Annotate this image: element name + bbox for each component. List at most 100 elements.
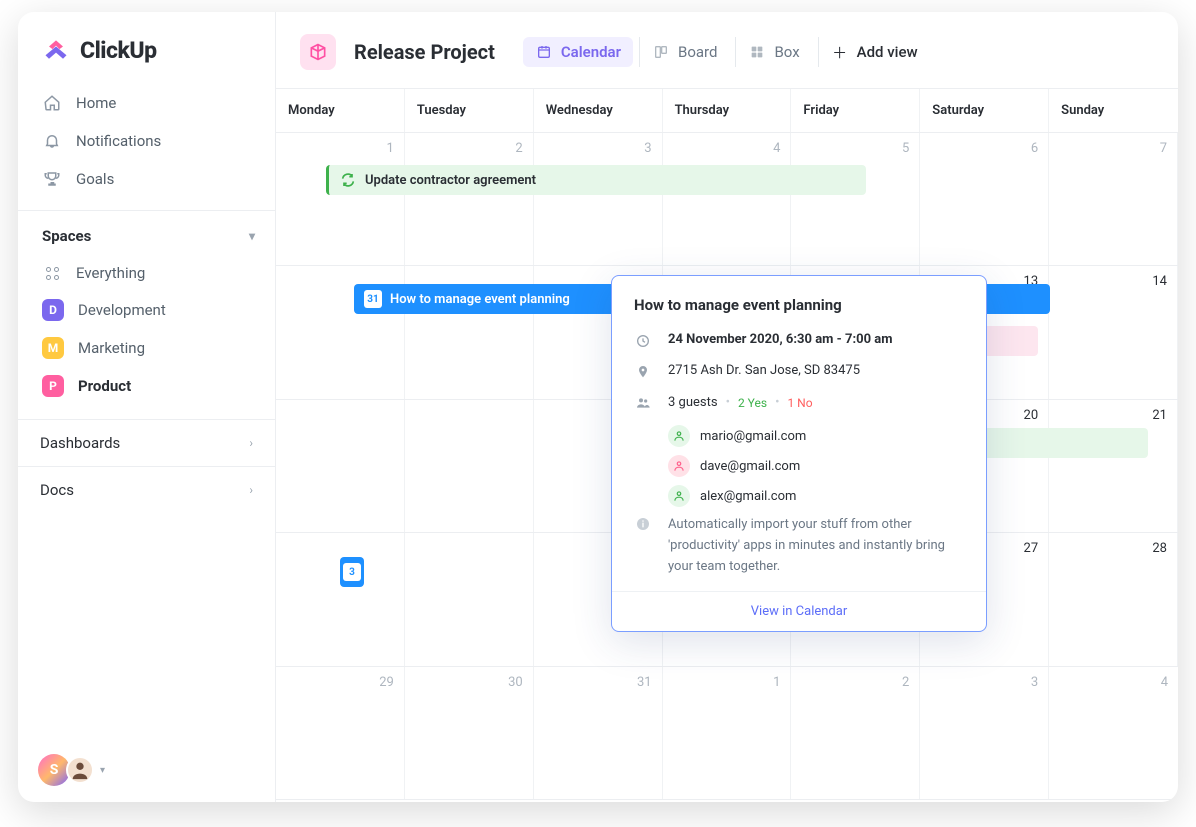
calendar-cell[interactable]: 4 xyxy=(1049,667,1178,799)
calendar-cell[interactable] xyxy=(276,400,405,532)
space-everything[interactable]: Everything xyxy=(18,255,275,291)
calendar-cell[interactable]: 6 xyxy=(920,133,1049,265)
space-avatar-d: D xyxy=(42,299,64,321)
chevron-right-icon: › xyxy=(249,483,253,497)
tab-box[interactable]: Box xyxy=(735,37,811,67)
user-switcher[interactable]: S ▾ xyxy=(38,754,105,786)
weekday-thu: Thursday xyxy=(663,89,792,132)
trophy-icon xyxy=(42,169,62,189)
calendar-cell[interactable]: 4 xyxy=(663,133,792,265)
calendar-cell[interactable]: 2 xyxy=(791,667,920,799)
guest-item[interactable]: mario@gmail.com xyxy=(668,425,964,447)
calendar-cell[interactable]: 28 xyxy=(1049,533,1178,665)
brand-name: ClickUp xyxy=(80,37,157,64)
popover-no-count: 1 No xyxy=(787,396,812,410)
spaces-header[interactable]: Spaces ▾ xyxy=(18,210,275,255)
day-number: 2 xyxy=(515,141,522,156)
person-icon xyxy=(668,455,690,477)
calendar-view: Monday Tuesday Wednesday Thursday Friday… xyxy=(276,88,1178,802)
spaces-title: Spaces xyxy=(42,227,91,245)
nav-notifications-label: Notifications xyxy=(76,132,161,150)
popover-view-in-calendar[interactable]: View in Calendar xyxy=(612,591,986,631)
people-icon xyxy=(634,394,652,411)
space-development[interactable]: D Development xyxy=(18,291,275,329)
space-avatar-p: P xyxy=(42,375,64,397)
tab-calendar[interactable]: Calendar xyxy=(523,37,633,67)
space-everything-label: Everything xyxy=(76,264,145,282)
sidebar-dashboards[interactable]: Dashboards › xyxy=(18,419,275,466)
weekday-fri: Friday xyxy=(791,89,920,132)
day-number: 14 xyxy=(1152,274,1167,289)
calendar-cell[interactable]: 30 xyxy=(405,667,534,799)
person-icon xyxy=(668,425,690,447)
nav-home[interactable]: Home xyxy=(18,84,275,122)
weekday-sun: Sunday xyxy=(1049,89,1178,132)
calendar-cell[interactable]: 3 xyxy=(920,667,1049,799)
sidebar-dashboards-label: Dashboards xyxy=(40,434,120,452)
calendar-cell[interactable] xyxy=(405,400,534,532)
space-marketing[interactable]: M Marketing xyxy=(18,329,275,367)
day-number: 27 xyxy=(1024,541,1039,556)
calendar-cell[interactable]: 7 xyxy=(1049,133,1178,265)
guest-item[interactable]: dave@gmail.com xyxy=(668,455,964,477)
popover-description: Automatically import your stuff from oth… xyxy=(668,515,964,577)
day-number: 4 xyxy=(773,141,780,156)
nav-goals[interactable]: Goals xyxy=(18,160,275,198)
day-number: 29 xyxy=(379,675,394,690)
guest-item[interactable]: alex@gmail.com xyxy=(668,485,964,507)
calendar-cell[interactable]: 1 xyxy=(276,133,405,265)
space-product-label: Product xyxy=(78,377,131,395)
tab-calendar-label: Calendar xyxy=(561,43,621,61)
popover-location: 2715 Ash Dr. San Jose, SD 83475 xyxy=(668,363,860,380)
guest-email: alex@gmail.com xyxy=(700,489,796,504)
event-title: How to manage event planning xyxy=(390,292,570,307)
event-blue-stub[interactable]: 3 xyxy=(340,557,364,587)
calendar-cell[interactable]: 1 xyxy=(663,667,792,799)
calendar-cell[interactable]: 5 xyxy=(791,133,920,265)
day-number: 3 xyxy=(1031,675,1038,690)
clickup-logo-icon xyxy=(42,36,70,64)
brand-logo[interactable]: ClickUp xyxy=(18,12,275,84)
day-number: 28 xyxy=(1152,541,1167,556)
nav-goals-label: Goals xyxy=(76,170,114,188)
guest-email: dave@gmail.com xyxy=(700,459,800,474)
day-number: 5 xyxy=(902,141,909,156)
popover-guests-count: 3 guests xyxy=(668,395,718,410)
calendar-cell[interactable]: 21 xyxy=(1049,400,1178,532)
space-product[interactable]: P Product xyxy=(18,367,275,405)
calendar-cell[interactable]: 2 xyxy=(405,133,534,265)
nav-notifications[interactable]: Notifications xyxy=(18,122,275,160)
person-icon xyxy=(668,485,690,507)
day-number: 1 xyxy=(773,675,780,690)
day-number: 21 xyxy=(1152,408,1167,423)
weekday-wed: Wednesday xyxy=(534,89,663,132)
popover-datetime-row: 24 November 2020, 6:30 am - 7:00 am xyxy=(634,332,964,349)
chevron-right-icon: › xyxy=(249,436,253,450)
home-icon xyxy=(42,93,62,113)
clock-icon xyxy=(634,332,652,349)
day-number: 30 xyxy=(508,675,523,690)
calendar-cell[interactable]: 31 xyxy=(534,667,663,799)
popover-title: How to manage event planning xyxy=(634,296,964,314)
day-number: 1 xyxy=(387,141,394,156)
guest-email: mario@gmail.com xyxy=(700,429,806,444)
weekday-header: Monday Tuesday Wednesday Thursday Friday… xyxy=(276,89,1178,133)
calendar-cell[interactable]: 14 xyxy=(1049,266,1178,398)
calendar-cell[interactable] xyxy=(405,533,534,665)
calendar-row: 29 30 31 1 2 3 4 xyxy=(276,667,1178,800)
calendar-date-icon: 3 xyxy=(343,563,361,581)
tab-board[interactable]: Board xyxy=(639,37,729,67)
event-update-contractor[interactable]: Update contractor agreement xyxy=(326,165,866,195)
tab-add-view[interactable]: ＋ Add view xyxy=(818,37,930,67)
sidebar-docs[interactable]: Docs › xyxy=(18,466,275,513)
calendar-cell[interactable]: 3 xyxy=(534,133,663,265)
space-avatar-m: M xyxy=(42,337,64,359)
sidebar: ClickUp Home Notifications Goals Spaces … xyxy=(18,12,276,802)
space-marketing-label: Marketing xyxy=(78,339,145,357)
calendar-cell[interactable] xyxy=(276,533,405,665)
calendar-cell[interactable]: 29 xyxy=(276,667,405,799)
event-title: Update contractor agreement xyxy=(365,173,536,188)
tab-add-label: Add view xyxy=(857,43,918,61)
calendar-row: 1 2 3 4 5 6 7 Update contractor agreemen… xyxy=(276,133,1178,266)
day-number: 20 xyxy=(1024,408,1039,423)
